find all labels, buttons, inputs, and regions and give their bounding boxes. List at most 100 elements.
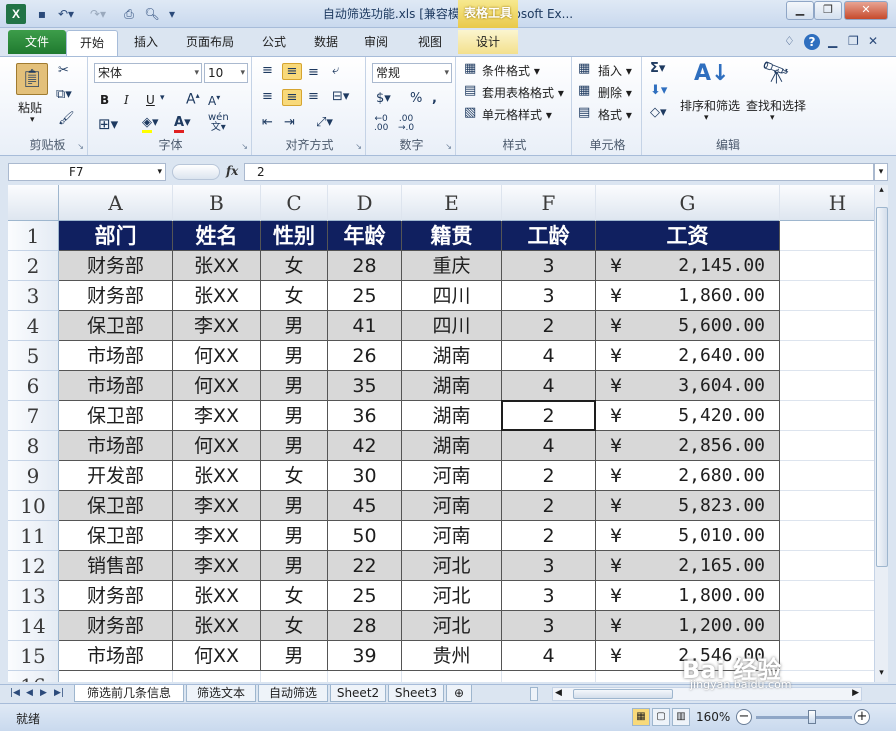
increase-indent-icon[interactable]: ⇥ [284, 115, 295, 130]
row-header-13[interactable]: 13 [8, 581, 59, 611]
format-cells-button[interactable]: 格式 ▾ [598, 106, 632, 123]
clear-icon[interactable]: ◇▾ [650, 105, 667, 120]
delete-cells-icon[interactable]: ▦ [578, 83, 590, 98]
column-header-c[interactable]: C [261, 185, 328, 221]
table-cell[interactable]: 4 [502, 371, 596, 401]
table-cell[interactable]: 李XX [173, 521, 261, 551]
table-cell[interactable]: 41 [328, 311, 402, 341]
table-cell[interactable]: ¥5,010.00 [596, 521, 780, 551]
formula-input[interactable]: 2 [244, 163, 874, 181]
table-cell[interactable]: 河南 [402, 521, 502, 551]
font-launcher-icon[interactable]: ↘ [241, 142, 248, 151]
table-cell[interactable]: ¥2,165.00 [596, 551, 780, 581]
page-layout-view-icon[interactable]: ▢ [652, 708, 670, 726]
first-sheet-icon[interactable]: |◀ [10, 688, 20, 698]
table-cell[interactable]: 财务部 [59, 281, 173, 311]
copy-icon[interactable]: ⧉▾ [56, 87, 72, 102]
row-header-3[interactable]: 3 [8, 281, 59, 311]
row-header-6[interactable]: 6 [8, 371, 59, 401]
font-name-select[interactable]: 宋体 ▾ [94, 63, 202, 83]
format-as-table-button[interactable]: 套用表格格式 ▾ [482, 84, 564, 101]
table-cell[interactable]: 市场部 [59, 641, 173, 671]
table-cell[interactable]: 男 [261, 341, 328, 371]
font-size-select[interactable]: 10 ▾ [204, 63, 248, 83]
table-cell[interactable]: 4 [502, 341, 596, 371]
table-header-cell[interactable]: 性别 [261, 221, 328, 251]
doc-close-icon[interactable]: ✕ [868, 34, 878, 48]
table-cell[interactable]: 张XX [173, 461, 261, 491]
row-header-14[interactable]: 14 [8, 611, 59, 641]
table-cell[interactable]: 市场部 [59, 341, 173, 371]
number-launcher-icon[interactable]: ↘ [445, 142, 452, 151]
zoom-slider-thumb[interactable] [808, 710, 816, 724]
table-header-cell[interactable]: 年龄 [328, 221, 402, 251]
format-as-table-icon[interactable]: ▤ [464, 83, 476, 98]
wrap-text-icon[interactable]: ⤶ [332, 63, 339, 78]
align-middle-icon[interactable]: ≡ [282, 63, 302, 80]
row-header-11[interactable]: 11 [8, 521, 59, 551]
minimize-button[interactable]: ▁ [786, 1, 814, 20]
binoculars-icon[interactable]: 🔭︎ [762, 61, 790, 86]
table-cell[interactable]: 女 [261, 281, 328, 311]
help-icon[interactable]: ? [804, 34, 820, 50]
tab-split-handle[interactable] [530, 687, 538, 701]
worksheet-grid[interactable]: ABCDEFGH 12345678910111213141516 部门姓名性别年… [8, 185, 874, 682]
table-header-cell[interactable]: 部门 [59, 221, 173, 251]
table-cell[interactable]: ¥2,640.00 [596, 341, 780, 371]
zoom-level[interactable]: 160% [696, 710, 730, 724]
scroll-up-icon[interactable]: ▴ [875, 185, 888, 199]
name-box[interactable]: F7 ▾ [8, 163, 166, 181]
table-header-cell[interactable]: 工资 [596, 221, 780, 251]
paste-icon[interactable]: 📋︎ [16, 63, 48, 95]
conditional-format-icon[interactable]: ▦ [464, 61, 476, 76]
tab-file[interactable]: 文件 [8, 30, 66, 54]
restore-button[interactable]: ❐ [814, 1, 842, 20]
decrease-decimal-icon[interactable]: .00 →.0 [398, 115, 414, 133]
table-cell[interactable]: 28 [328, 251, 402, 281]
cell-styles-icon[interactable]: ▧ [464, 105, 476, 120]
table-cell[interactable]: 四川 [402, 281, 502, 311]
expand-formula-bar-icon[interactable]: ▾ [874, 163, 888, 181]
sort-filter-icon[interactable]: A↓ [694, 61, 729, 86]
bold-button[interactable]: B [100, 93, 109, 107]
table-cell[interactable]: 四川 [402, 311, 502, 341]
underline-dropdown-icon[interactable]: ▾ [160, 93, 165, 103]
table-cell[interactable]: 男 [261, 521, 328, 551]
table-cell[interactable]: 3 [502, 251, 596, 281]
align-top-icon[interactable]: ≡ [262, 63, 273, 78]
table-cell[interactable]: 2 [502, 311, 596, 341]
table-cell[interactable]: 何XX [173, 341, 261, 371]
row-header-12[interactable]: 12 [8, 551, 59, 581]
table-cell[interactable]: ¥1,860.00 [596, 281, 780, 311]
zoom-in-icon[interactable]: + [854, 709, 870, 725]
select-all-corner[interactable] [8, 185, 59, 221]
table-cell[interactable]: 男 [261, 401, 328, 431]
table-cell[interactable]: 3 [502, 611, 596, 641]
formula-bar-splitter[interactable] [172, 164, 220, 180]
table-cell[interactable]: 2 [502, 461, 596, 491]
row-header-7[interactable]: 7 [8, 401, 59, 431]
decrease-indent-icon[interactable]: ⇤ [262, 115, 273, 130]
table-cell[interactable]: 重庆 [402, 251, 502, 281]
table-cell[interactable]: 男 [261, 371, 328, 401]
prev-sheet-icon[interactable]: ◀ [26, 688, 33, 698]
table-cell[interactable]: 销售部 [59, 551, 173, 581]
column-header-g[interactable]: G [596, 185, 780, 221]
delete-cells-button[interactable]: 删除 ▾ [598, 84, 632, 101]
table-cell[interactable]: ¥1,800.00 [596, 581, 780, 611]
sort-filter-dropdown-icon[interactable]: ▾ [704, 113, 709, 123]
sheet-tab-2[interactable]: 筛选文本 [186, 685, 256, 702]
zoom-out-icon[interactable]: − [736, 709, 752, 725]
table-header-cell[interactable]: 工龄 [502, 221, 596, 251]
table-cell[interactable]: 39 [328, 641, 402, 671]
table-cell[interactable]: 42 [328, 431, 402, 461]
column-header-b[interactable]: B [173, 185, 261, 221]
vertical-scroll-thumb[interactable] [876, 207, 888, 567]
doc-minimize-icon[interactable]: ▁ [828, 34, 837, 48]
align-center-icon[interactable]: ≡ [282, 89, 302, 106]
table-cell[interactable]: 市场部 [59, 431, 173, 461]
tab-design[interactable]: 设计 [458, 30, 518, 54]
table-cell[interactable]: 河北 [402, 551, 502, 581]
row-header-1[interactable]: 1 [8, 221, 59, 251]
insert-sheet-icon[interactable]: ⊕ [446, 685, 472, 702]
